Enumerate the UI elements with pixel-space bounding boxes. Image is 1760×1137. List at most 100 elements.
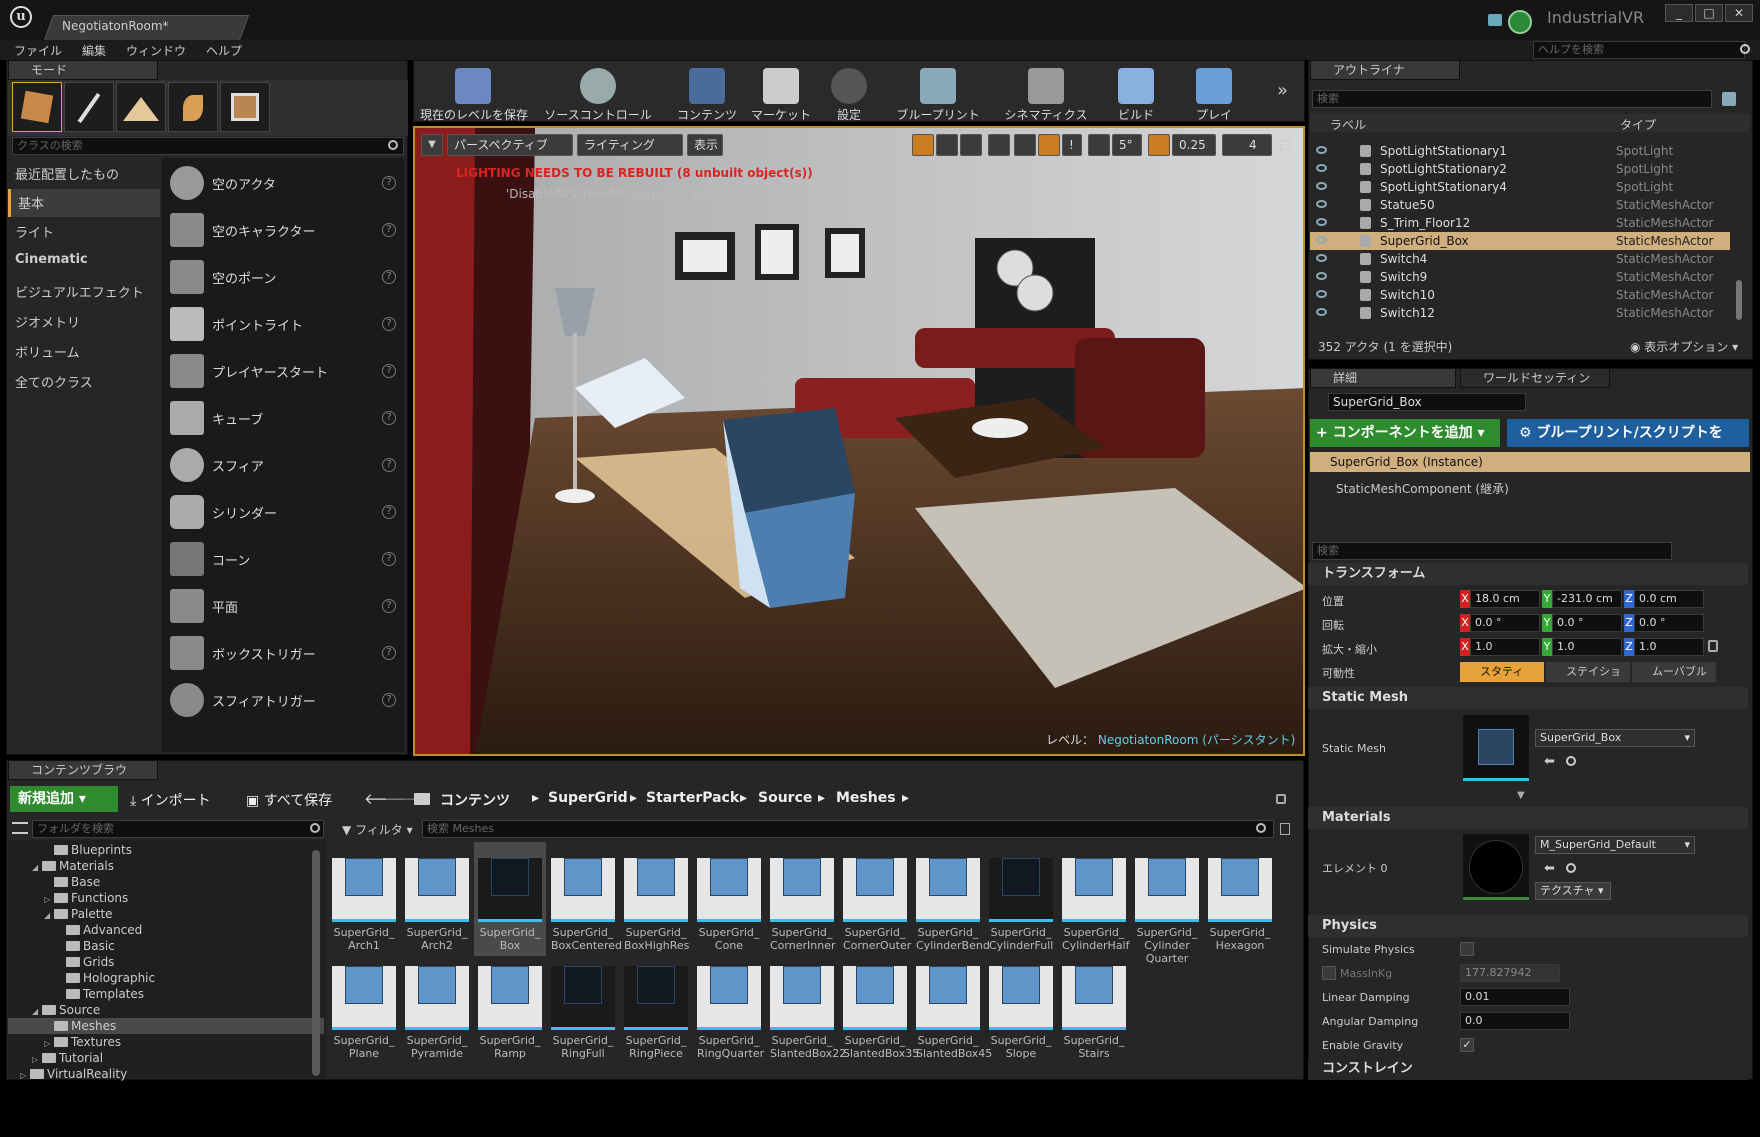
enable-gravity-checkbox[interactable]: ✓ (1460, 1038, 1474, 1052)
paint-mode-icon[interactable] (64, 82, 114, 132)
folder-tree-item[interactable]: ◢ Materials (8, 858, 324, 874)
asset-tile[interactable]: SuperGrid_ BoxCentered (551, 846, 622, 952)
source-control-button[interactable]: ソースコントロール (540, 62, 656, 122)
import-button[interactable]: ⤓ インポート (130, 790, 211, 810)
place-mode-icon[interactable] (12, 82, 62, 132)
details-search-input[interactable]: 検索 (1312, 542, 1672, 560)
play-button[interactable]: プレイ (1186, 62, 1242, 122)
folder-tree-item[interactable]: Advanced (8, 922, 324, 938)
static-mesh-thumbnail[interactable] (1463, 715, 1529, 781)
category-lights[interactable]: ライト (8, 218, 160, 246)
show-button[interactable]: 表示 (687, 134, 723, 156)
landscape-mode-icon[interactable] (116, 82, 166, 132)
category-recent[interactable]: 最近配置したもの (8, 160, 160, 188)
asset-tile[interactable]: SuperGrid_ Arch2 (405, 846, 469, 952)
asset-tile[interactable]: SuperGrid_ Stairs (1062, 954, 1126, 1060)
scale-tool-icon[interactable] (960, 134, 982, 156)
world-settings-tab[interactable]: ワールドセッティン (1460, 368, 1610, 388)
save-all-button[interactable]: ▣ すべて保存 (246, 790, 332, 810)
folder-tree-item[interactable]: Blueprints (8, 842, 324, 858)
add-filter-icon[interactable] (1722, 92, 1736, 106)
visibility-eye-icon[interactable] (1316, 182, 1327, 190)
visibility-eye-icon[interactable] (1316, 308, 1327, 316)
surface-snap-icon[interactable] (1014, 134, 1036, 156)
static-mesh-picker[interactable]: SuperGrid_Box ▾ (1535, 729, 1695, 747)
save-level-button[interactable]: 現在のレベルを保存 (420, 62, 528, 122)
save-search-icon[interactable] (1280, 823, 1290, 835)
mobility-static-button[interactable]: スタティ (1460, 662, 1544, 682)
outliner-row[interactable]: SpotLightStationary2 SpotLight (1310, 160, 1730, 178)
menu-edit[interactable]: 編集 (82, 42, 106, 59)
help-icon[interactable]: ? (382, 176, 396, 190)
help-icon[interactable]: ? (382, 693, 396, 707)
folder-tree-scrollbar[interactable] (312, 850, 320, 1076)
static-mesh-component-row[interactable]: StaticMeshComponent (継承) (1336, 480, 1509, 497)
expand-advanced-icon[interactable]: ▼ (1517, 790, 1525, 801)
breadcrumb-supergrid[interactable]: SuperGrid (548, 790, 628, 806)
visibility-eye-icon[interactable] (1316, 200, 1327, 208)
rotation-x-field[interactable]: 0.0 ° (1470, 614, 1540, 632)
rotation-y-field[interactable]: 0.0 ° (1552, 614, 1622, 632)
scale-snap-value[interactable]: 0.25 (1172, 134, 1216, 156)
category-volumes[interactable]: ボリューム (8, 338, 160, 366)
help-icon[interactable]: ? (382, 223, 396, 237)
asset-tile[interactable]: SuperGrid_ BoxHighRes (624, 846, 689, 952)
visibility-eye-icon[interactable] (1316, 236, 1327, 244)
build-button[interactable]: ビルド (1108, 62, 1164, 122)
outliner-row[interactable]: SpotLightStationary1 SpotLight (1310, 142, 1730, 160)
folder-tree-item[interactable]: Holographic (8, 970, 324, 986)
rotation-z-field[interactable]: 0.0 ° (1634, 614, 1704, 632)
breadcrumb-source[interactable]: Source (758, 790, 812, 806)
asset-tile[interactable]: SuperGrid_ CylinderHalf (1062, 846, 1130, 952)
linear-damping-field[interactable]: 0.01 (1460, 988, 1570, 1006)
folder-tree-item[interactable]: Base (8, 874, 324, 890)
column-label-header[interactable]: ラベル (1330, 116, 1366, 133)
marketplace-button[interactable]: マーケット (746, 62, 816, 122)
object-name-field[interactable]: SuperGrid_Box (1328, 393, 1526, 411)
blueprint-script-button[interactable]: ⚙ ブループリント/スクリプトを (1507, 419, 1749, 447)
scale-z-field[interactable]: 1.0 (1634, 638, 1704, 656)
level-viewport[interactable] (413, 126, 1305, 756)
actor-box-trigger[interactable]: ボックストリガー? (162, 630, 404, 676)
folder-tree-item[interactable]: ◢ Source (8, 1002, 324, 1018)
outliner-scrollbar[interactable] (1736, 280, 1742, 320)
folder-tree-item[interactable]: ▷ Textures (8, 1034, 324, 1050)
translate-tool-icon[interactable] (912, 134, 934, 156)
category-cinematic[interactable]: Cinematic (8, 248, 160, 276)
outliner-search-input[interactable]: 検索 (1312, 90, 1712, 108)
category-all-classes[interactable]: 全てのクラス (8, 368, 160, 396)
breadcrumb-content[interactable]: コンテンツ (440, 790, 510, 810)
category-basic[interactable]: 基本 (8, 189, 160, 217)
modes-tab[interactable]: モード (8, 60, 158, 80)
mobility-movable-button[interactable]: ムーバブル (1632, 662, 1716, 682)
actor-cone[interactable]: コーン? (162, 536, 404, 582)
asset-search-input[interactable]: 検索 Meshes (422, 820, 1274, 838)
notification-icon[interactable] (1488, 14, 1502, 26)
angular-damping-field[interactable]: 0.0 (1460, 1012, 1570, 1030)
outliner-row[interactable]: Switch10 StaticMeshActor (1310, 286, 1730, 304)
visibility-eye-icon[interactable] (1316, 218, 1327, 226)
visibility-eye-icon[interactable] (1316, 272, 1327, 280)
close-button[interactable]: ✕ (1725, 4, 1753, 22)
location-z-field[interactable]: 0.0 cm (1634, 590, 1704, 608)
asset-tile[interactable]: SuperGrid_ Arch1 (332, 846, 396, 952)
actor-player-start[interactable]: プレイヤースタート? (162, 348, 404, 394)
help-icon[interactable]: ? (382, 270, 396, 284)
materials-section-header[interactable]: Materials (1308, 807, 1748, 829)
asset-tile[interactable]: SuperGrid_ Hexagon (1208, 846, 1272, 952)
visibility-eye-icon[interactable] (1316, 290, 1327, 298)
mobility-stationary-button[interactable]: ステイショ (1546, 662, 1630, 682)
content-browser-tab[interactable]: コンテンツブラウ (8, 760, 158, 780)
actor-sphere[interactable]: スフィア? (162, 442, 404, 488)
asset-tile[interactable]: SuperGrid_ Box (474, 842, 546, 956)
outliner-row[interactable]: Switch4 StaticMeshActor (1310, 250, 1730, 268)
asset-tile[interactable]: SuperGrid_ RingQuarter (697, 954, 764, 1060)
simulate-physics-checkbox[interactable] (1460, 942, 1474, 956)
folder-tree-item[interactable]: ▷ Functions (8, 890, 324, 906)
folder-tree-item[interactable]: Grids (8, 954, 324, 970)
physics-section-header[interactable]: Physics (1308, 915, 1748, 937)
actor-sphere-trigger[interactable]: スフィアトリガー? (162, 677, 404, 723)
static-mesh-section-header[interactable]: Static Mesh (1308, 687, 1748, 709)
outliner-tab[interactable]: アウトライナ (1310, 60, 1460, 80)
help-icon[interactable]: ? (382, 458, 396, 472)
